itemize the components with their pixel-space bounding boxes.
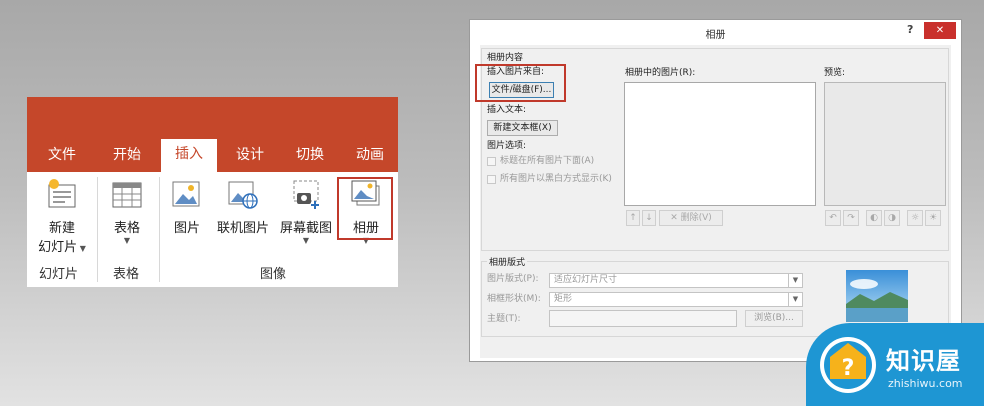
new-slide-label-2: 幻灯片 ▼: [38, 240, 86, 255]
tab-animations[interactable]: 动画: [345, 142, 395, 172]
watermark-name: 知识屋: [886, 347, 961, 375]
highlight-box: [475, 64, 566, 102]
chevron-down-icon: ▼: [77, 244, 86, 253]
chevron-down-icon: ▼: [123, 236, 131, 245]
picture-options-label: 图片选项:: [487, 141, 527, 151]
question-house-icon: ?: [820, 337, 876, 393]
pictures-in-album-label: 相册中的图片(R):: [625, 68, 696, 78]
new-slide-icon: [48, 179, 76, 208]
rotate-left-icon: ↶: [829, 213, 837, 223]
frame-shape-select[interactable]: 矩形 ▼: [549, 292, 803, 307]
tab-transitions[interactable]: 切换: [285, 142, 335, 172]
remove-label: 删除(V): [680, 213, 712, 223]
online-picture-label: 联机图片: [216, 221, 269, 236]
preview-label: 预览:: [824, 68, 846, 78]
preview-pane: [824, 82, 946, 206]
online-picture-icon: [228, 181, 258, 209]
watermark-logo: ? 知识屋 zhishiwu.com: [806, 323, 984, 406]
picture-layout-label: 图片版式(P):: [487, 274, 539, 284]
move-up-button[interactable]: ↑: [626, 210, 640, 226]
dialog-body: 相册内容 插入图片来自: 文件/磁盘(F)... 插入文本: 新建文本框(X) …: [475, 45, 951, 358]
contrast-down-button[interactable]: ◑: [884, 210, 900, 226]
close-button[interactable]: ✕: [924, 22, 956, 39]
captions-checkbox[interactable]: [487, 157, 496, 166]
picture-icon: [172, 181, 200, 207]
chevron-down-icon: ▼: [788, 274, 802, 287]
brightness-down-button[interactable]: ☀: [925, 210, 941, 226]
frame-shape-value: 矩形: [554, 294, 573, 304]
theme-label: 主题(T):: [487, 314, 521, 324]
picture-layout-value: 适应幻灯片尺寸: [554, 275, 618, 285]
chevron-down-icon: ▼: [302, 236, 310, 245]
dialog-title: 相册: [705, 30, 726, 41]
rotate-right-button[interactable]: ↷: [843, 210, 859, 226]
rotate-right-icon: ↷: [847, 213, 855, 223]
album-layout-heading: 相册版式: [487, 258, 528, 269]
contrast-up-button[interactable]: ◐: [866, 210, 882, 226]
new-textbox-button[interactable]: 新建文本框(X): [487, 120, 558, 136]
brightness-up-icon: ☼: [910, 213, 920, 223]
help-icon[interactable]: ?: [907, 23, 913, 36]
frame-shape-label: 相框形状(M):: [487, 294, 541, 304]
powerpoint-ribbon: 文件 开始 插入 设计 切换 动画 新建 幻灯片 ▼ 表格 ▼ 图片 联机图片 …: [27, 97, 398, 287]
picture-button[interactable]: 图片: [165, 177, 209, 259]
table-icon: [112, 182, 142, 208]
dialog-titlebar: 相册 ? ✕: [470, 20, 961, 44]
arrow-down-icon: ↓: [645, 213, 653, 223]
album-content-heading: 相册内容: [487, 53, 524, 63]
screenshot-icon: [293, 180, 319, 209]
highlight-box: [337, 177, 393, 240]
browse-button[interactable]: 浏览(B)...: [745, 310, 803, 327]
brightness-down-icon: ☀: [928, 213, 938, 223]
table-label: 表格: [113, 221, 140, 236]
group-label-images: 图像: [260, 267, 287, 282]
contrast-icon: ◐: [870, 213, 878, 223]
arrow-up-icon: ↑: [629, 213, 637, 223]
online-picture-button[interactable]: 联机图片: [213, 177, 273, 259]
table-button[interactable]: 表格 ▼: [101, 177, 153, 259]
layout-preview-thumbnail: [846, 270, 908, 322]
group-separator: [97, 177, 98, 282]
move-down-button[interactable]: ↓: [642, 210, 656, 226]
black-white-option-label: 所有图片以黑白方式显示(K): [500, 174, 612, 184]
picture-layout-select[interactable]: 适应幻灯片尺寸 ▼: [549, 273, 803, 288]
screenshot-button[interactable]: 屏幕截图 ▼: [275, 177, 337, 259]
group-separator: [159, 177, 160, 282]
captions-option-label: 标题在所有图片下面(A): [500, 156, 595, 166]
tab-design[interactable]: 设计: [225, 142, 275, 172]
ribbon-tab-bar: 文件 开始 插入 设计 切换 动画: [27, 97, 398, 172]
black-white-checkbox[interactable]: [487, 175, 496, 184]
tab-file[interactable]: 文件: [37, 142, 87, 172]
tab-insert[interactable]: 插入: [161, 139, 217, 172]
insert-text-label: 插入文本:: [487, 105, 527, 115]
rotate-left-button[interactable]: ↶: [825, 210, 841, 226]
svg-text:?: ?: [842, 356, 855, 381]
group-label-tables: 表格: [113, 267, 140, 282]
chevron-down-icon: ▼: [788, 293, 802, 306]
watermark-url: zhishiwu.com: [888, 377, 963, 390]
remove-button[interactable]: ✕ 删除(V): [659, 210, 723, 226]
remove-icon: ✕: [670, 213, 681, 223]
screenshot-label: 屏幕截图: [279, 221, 332, 236]
tab-home[interactable]: 开始: [102, 142, 152, 172]
new-slide-button[interactable]: 新建 幻灯片 ▼: [31, 177, 93, 259]
brightness-up-button[interactable]: ☼: [907, 210, 923, 226]
photo-album-dialog: 相册 ? ✕ 相册内容 插入图片来自: 文件/磁盘(F)... 插入文本: 新建…: [469, 19, 962, 362]
contrast-icon: ◑: [888, 213, 896, 223]
group-label-slides: 幻灯片: [39, 267, 79, 282]
picture-label: 图片: [173, 221, 200, 236]
new-slide-label-1: 新建: [48, 221, 75, 236]
theme-input[interactable]: [549, 310, 737, 327]
pictures-list[interactable]: [624, 82, 816, 206]
